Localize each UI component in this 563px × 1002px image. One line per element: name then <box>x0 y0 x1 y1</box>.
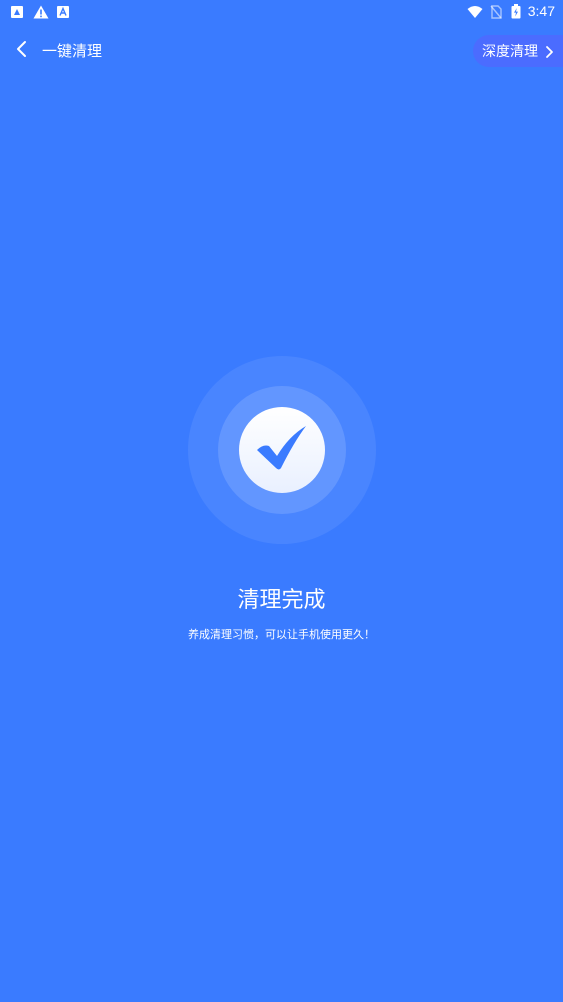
wifi-icon <box>467 4 483 18</box>
notification-icon <box>10 4 24 18</box>
result-subtitle: 养成清理习惯，可以让手机使用更久！ <box>188 628 375 641</box>
app-bar: 一键清理 深度清理 <box>0 30 563 72</box>
app-notification-icon <box>56 4 70 18</box>
warning-icon <box>33 4 49 19</box>
deep-clean-label: 深度清理 <box>482 44 538 60</box>
chevron-left-icon <box>15 40 27 62</box>
check-icon <box>254 424 310 476</box>
battery-icon <box>511 4 521 19</box>
deep-clean-button[interactable]: 深度清理 <box>473 35 563 67</box>
result-title: 清理完成 <box>237 588 326 613</box>
page-title: 一键清理 <box>42 42 103 60</box>
status-left-icons <box>10 4 70 19</box>
chevron-right-icon <box>544 44 556 58</box>
status-time: 3:47 <box>527 3 555 19</box>
success-badge <box>239 407 325 493</box>
status-right-icons: 3:47 <box>467 3 555 19</box>
back-button[interactable] <box>8 38 34 64</box>
no-sim-icon <box>490 4 504 19</box>
status-bar: 3:47 <box>0 0 563 24</box>
